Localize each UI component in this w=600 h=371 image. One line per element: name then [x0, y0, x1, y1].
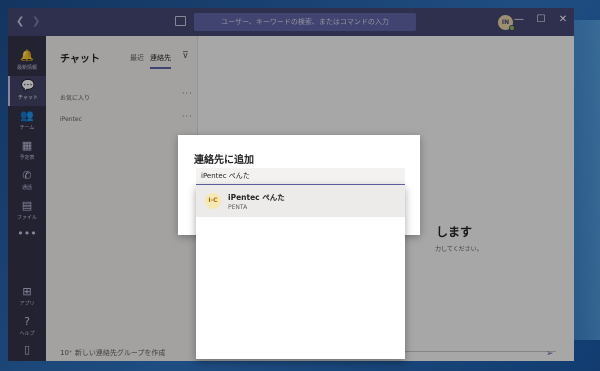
list-item[interactable]: I-C iPentec ぺんた PENTA	[196, 185, 405, 217]
contact-search-input[interactable]: iPentec ぺんた	[196, 168, 405, 186]
search-results-dropdown: I-C iPentec ぺんた PENTA	[196, 185, 405, 359]
dialog-title: 連絡先に追加	[194, 155, 254, 166]
result-subtitle: PENTA	[228, 204, 248, 211]
result-name: iPentec ぺんた	[228, 193, 285, 202]
avatar: I-C	[205, 193, 221, 209]
